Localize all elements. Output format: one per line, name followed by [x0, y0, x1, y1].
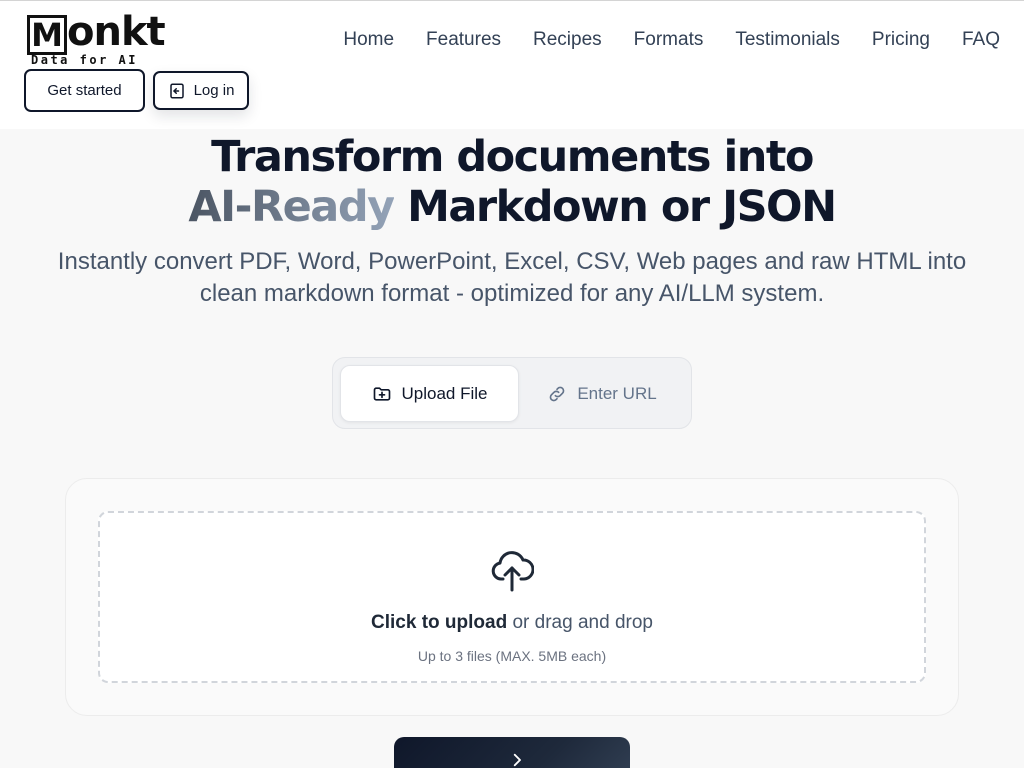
login-icon [169, 83, 184, 98]
folder-plus-icon [373, 386, 390, 401]
hero-title-line2: Markdown or JSON [393, 182, 837, 232]
nav-pricing[interactable]: Pricing [872, 28, 930, 52]
nav-features[interactable]: Features [426, 28, 501, 52]
link-icon [549, 386, 565, 401]
hero-title: Transform documents into AI-Ready Markdo… [0, 132, 1024, 232]
arrow-right-icon [513, 753, 521, 767]
nav-formats[interactable]: Formats [634, 28, 704, 52]
site-header: M onkt Data for AI Home Features Recipes… [0, 0, 1024, 129]
hero-subtitle: Instantly convert PDF, Word, PowerPoint,… [57, 248, 967, 307]
nav-recipes[interactable]: Recipes [533, 28, 602, 52]
logo-tagline: Data for AI [31, 53, 138, 67]
nav-home[interactable]: Home [343, 28, 394, 52]
upload-limit-hint: Up to 3 files (MAX. 5MB each) [417, 648, 607, 664]
tab-enter-url[interactable]: Enter URL [519, 365, 685, 422]
hero-title-line1: Transform documents into [211, 132, 814, 182]
login-label: Log in [193, 82, 235, 99]
click-to-upload-link[interactable]: Click to upload [371, 612, 507, 633]
main-nav: Home Features Recipes Formats Testimonia… [343, 28, 1000, 52]
login-button[interactable]: Log in [153, 71, 249, 110]
upload-cta: Click to upload or drag and drop [98, 611, 926, 635]
cloud-upload-icon [491, 551, 534, 592]
drag-drop-text: or drag and drop [507, 612, 653, 633]
transform-button[interactable] [394, 737, 630, 768]
get-started-button[interactable]: Get started [24, 69, 145, 112]
logo-mark-icon: M [27, 15, 67, 55]
logo-wordmark: onkt [67, 9, 166, 55]
input-mode-tabs: Upload File Enter URL [332, 357, 692, 429]
brand-logo[interactable]: M onkt Data for AI [27, 9, 166, 67]
tab-upload-file[interactable]: Upload File [340, 365, 519, 422]
tab-url-label: Enter URL [577, 383, 657, 403]
hero-title-highlight: AI-Ready [188, 182, 395, 232]
nav-testimonials[interactable]: Testimonials [735, 28, 840, 52]
landing-page: M onkt Data for AI Home Features Recipes… [0, 0, 1024, 768]
tab-upload-label: Upload File [401, 383, 488, 403]
nav-faq[interactable]: FAQ [962, 28, 1000, 52]
